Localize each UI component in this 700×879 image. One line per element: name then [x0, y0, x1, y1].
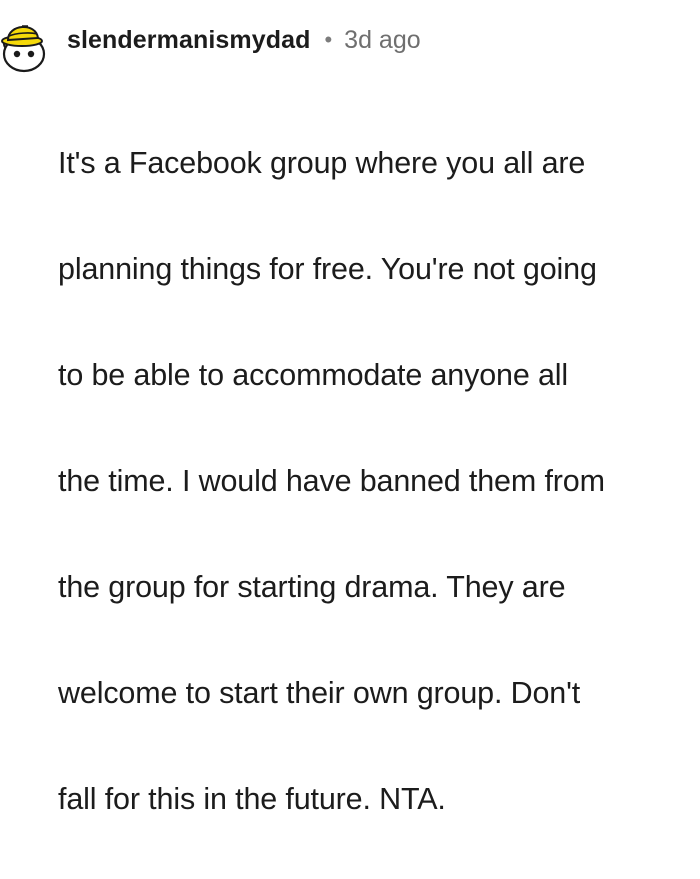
author-username[interactable]: slendermanismydad — [67, 26, 310, 55]
comment-body-line: planning things for free. You're not goi… — [58, 252, 597, 286]
comment-body-line: the time. I would have banned them from — [58, 464, 605, 498]
comment-body-line: welcome to start their own group. Don't — [58, 676, 581, 710]
meta-separator: • — [324, 26, 333, 52]
comment: slendermanismydad • 3d ago It's a Facebo… — [0, 0, 700, 816]
comment-timestamp[interactable]: 3d ago — [344, 26, 420, 55]
comment-body-line: to be able to accommodate anyone all — [58, 358, 569, 392]
comment-body-line: It's a Facebook group where you all are — [58, 146, 586, 180]
comment-header: slendermanismydad • 3d ago — [67, 26, 421, 55]
comment-body-line: fall for this in the future. NTA. — [58, 782, 446, 816]
comment-body: It's a Facebook group where you all are … — [58, 84, 694, 879]
avatar-icon[interactable] — [0, 14, 48, 74]
comment-body-line: the group for starting drama. They are — [58, 570, 566, 604]
